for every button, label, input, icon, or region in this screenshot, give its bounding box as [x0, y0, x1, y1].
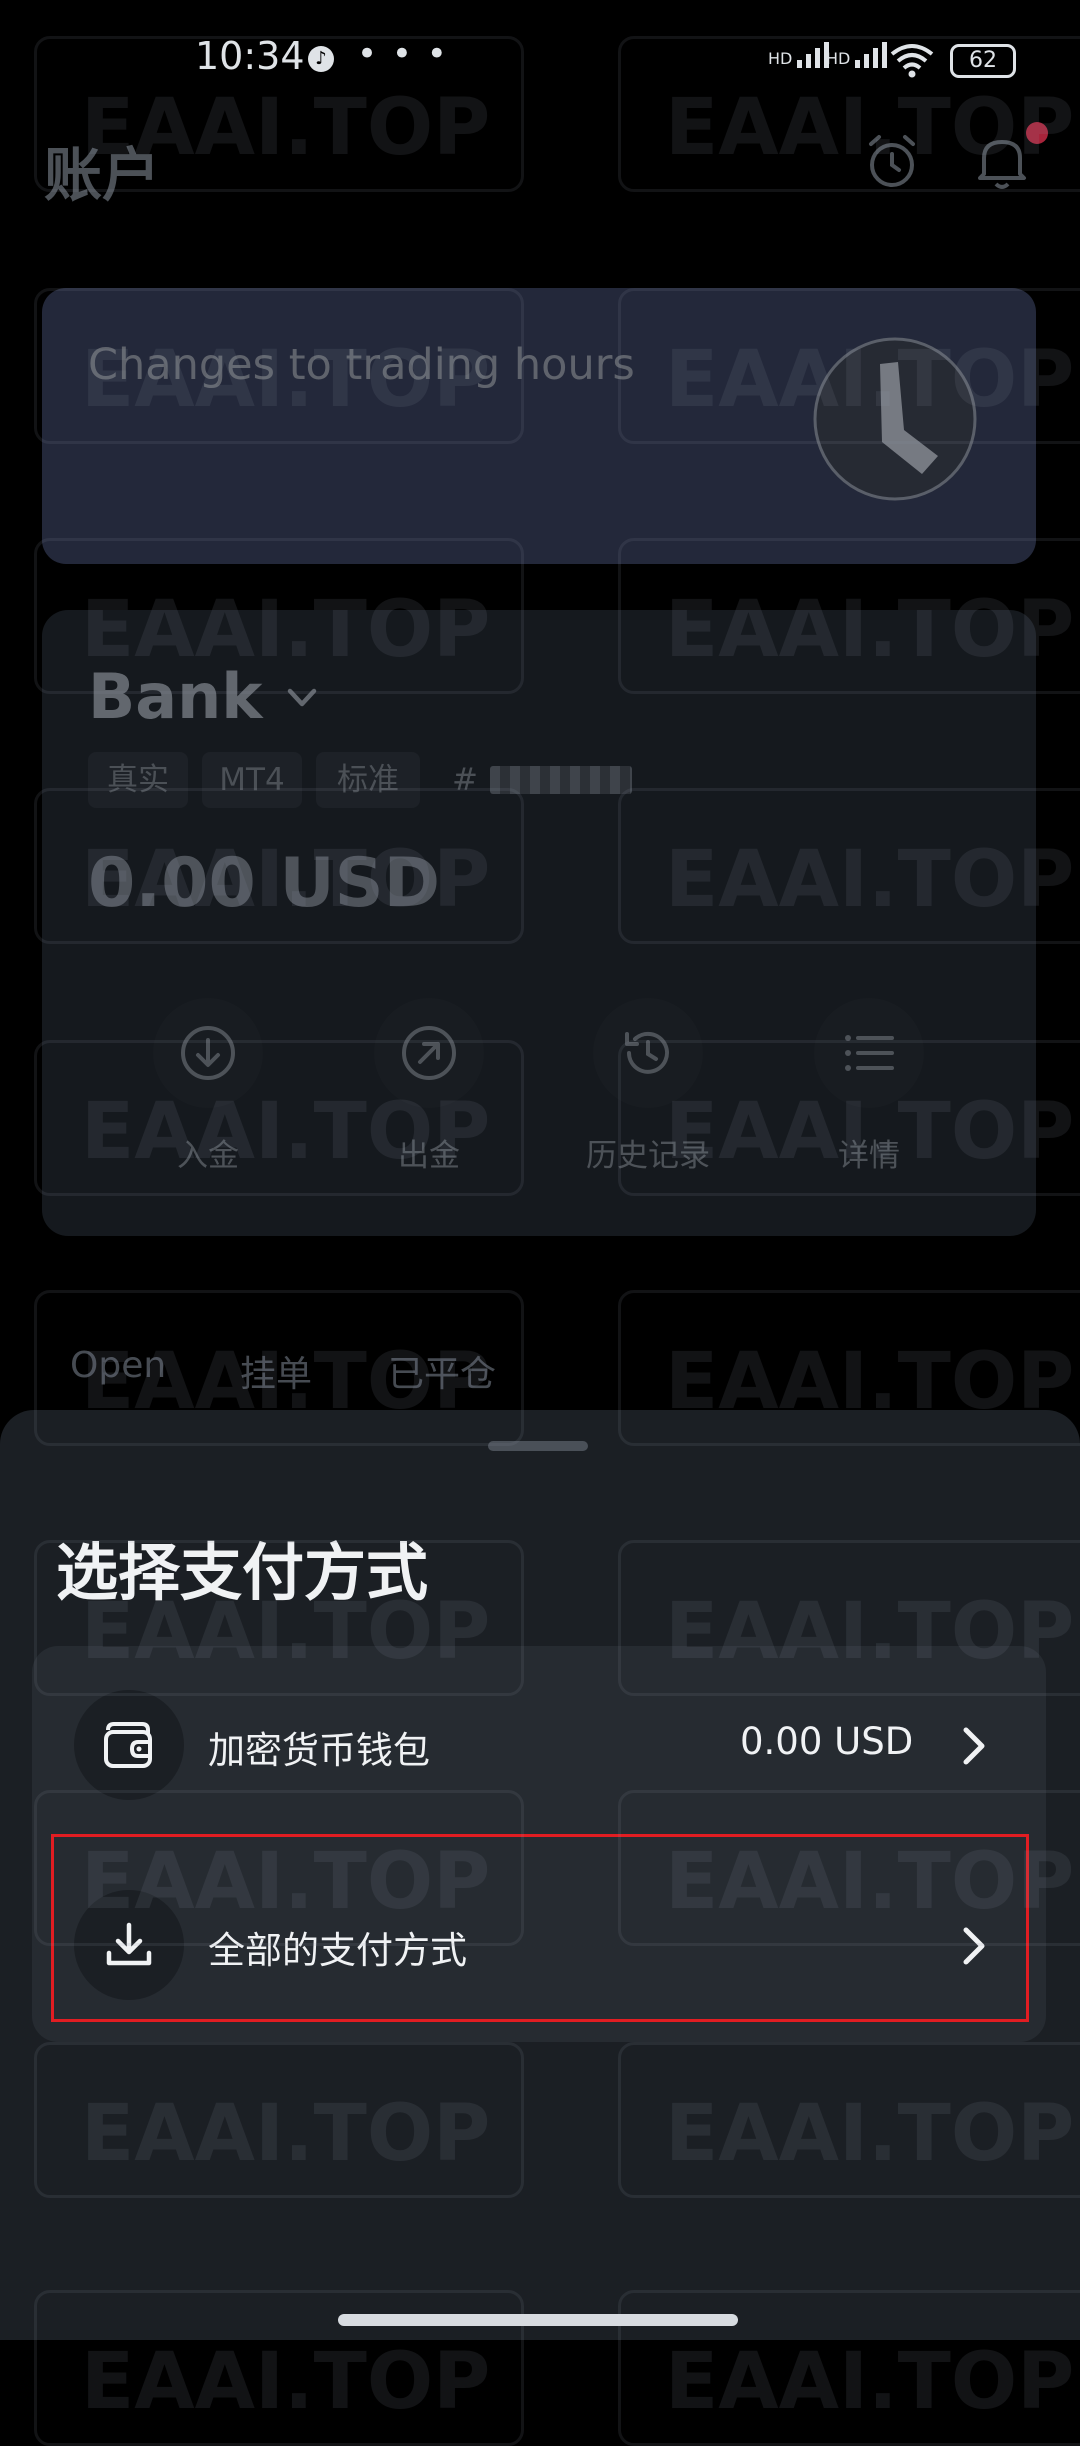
watermark-text: EAAI.TOP: [81, 2089, 491, 2179]
watermark-tile: EAAI.TOP: [34, 1540, 524, 1696]
watermark-tile: EAAI.TOP: [34, 1790, 524, 1946]
watermark-tile: EAAI.TOP: [618, 1290, 1080, 1446]
crypto-wallet-label: 加密货币钱包: [208, 1729, 430, 1772]
watermark-text: EAAI.TOP: [665, 2089, 1075, 2179]
watermark-tile: EAAI.TOP: [34, 1290, 524, 1446]
watermark-tile: EAAI.TOP: [618, 1040, 1080, 1196]
watermark-tile: EAAI.TOP: [34, 1040, 524, 1196]
wallet-icon: [74, 1690, 184, 1800]
watermark-text: EAAI.TOP: [81, 2337, 491, 2427]
watermark-tile: EAAI.TOP: [34, 788, 524, 944]
crypto-wallet-amount: 0.00 USD: [740, 1720, 914, 1763]
watermark-text: EAAI.TOP: [81, 1837, 491, 1927]
watermark-text: EAAI.TOP: [81, 835, 491, 925]
watermark-tile: EAAI.TOP: [34, 288, 524, 444]
watermark-tile: EAAI.TOP: [34, 36, 524, 192]
home-indicator[interactable]: [338, 2314, 738, 2326]
watermark-text: EAAI.TOP: [665, 1087, 1075, 1177]
watermark-tile: EAAI.TOP: [618, 1540, 1080, 1696]
watermark-text: EAAI.TOP: [81, 1087, 491, 1177]
watermark-tile: EAAI.TOP: [618, 36, 1080, 192]
watermark-text: EAAI.TOP: [665, 335, 1075, 425]
watermark-text: EAAI.TOP: [81, 1587, 491, 1677]
watermark-tile: EAAI.TOP: [618, 1790, 1080, 1946]
watermark-text: EAAI.TOP: [665, 1837, 1075, 1927]
watermark-text: EAAI.TOP: [665, 1337, 1075, 1427]
watermark-tile: EAAI.TOP: [618, 2042, 1080, 2198]
watermark-tile: EAAI.TOP: [618, 788, 1080, 944]
watermark-text: EAAI.TOP: [81, 585, 491, 675]
watermark-text: EAAI.TOP: [665, 83, 1075, 173]
watermark-text: EAAI.TOP: [81, 83, 491, 173]
watermark-tile: EAAI.TOP: [34, 538, 524, 694]
watermark-text: EAAI.TOP: [665, 2337, 1075, 2427]
watermark-tile: EAAI.TOP: [618, 538, 1080, 694]
chevron-right-icon: [963, 1727, 985, 1765]
watermark-tile: EAAI.TOP: [618, 288, 1080, 444]
watermark-text: EAAI.TOP: [665, 1587, 1075, 1677]
watermark-text: EAAI.TOP: [81, 1337, 491, 1427]
watermark-text: EAAI.TOP: [81, 335, 491, 425]
watermark-tile: EAAI.TOP: [34, 2042, 524, 2198]
watermark-text: EAAI.TOP: [665, 585, 1075, 675]
watermark-text: EAAI.TOP: [665, 835, 1075, 925]
